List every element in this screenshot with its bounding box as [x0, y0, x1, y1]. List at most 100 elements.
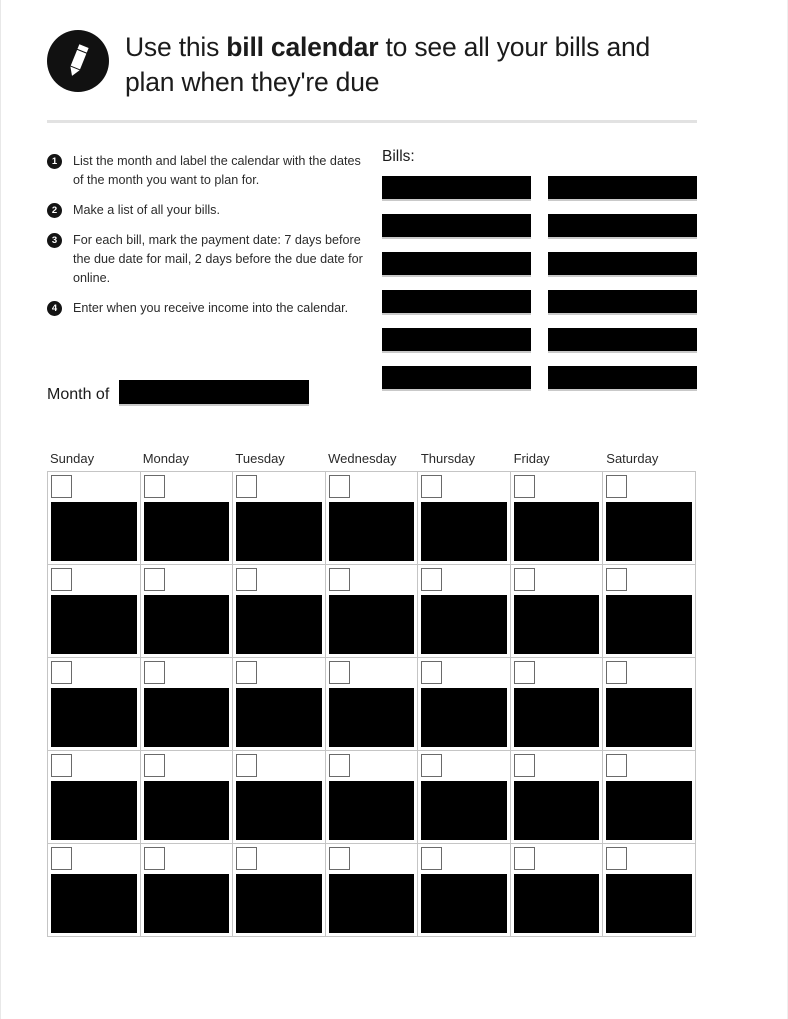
day-notes-area[interactable] — [328, 502, 415, 561]
calendar-day-cell[interactable] — [603, 565, 696, 658]
calendar-day-cell[interactable] — [418, 472, 511, 565]
day-notes-area[interactable] — [328, 595, 415, 654]
month-of-input[interactable] — [119, 380, 310, 406]
day-notes-area[interactable] — [328, 781, 415, 840]
bill-entry-input[interactable] — [382, 252, 531, 277]
calendar-day-cell[interactable] — [418, 751, 511, 844]
date-number-box[interactable] — [236, 475, 258, 498]
date-number-box[interactable] — [51, 475, 72, 498]
date-number-box[interactable] — [51, 568, 72, 591]
date-number-box[interactable] — [51, 847, 72, 870]
day-notes-area[interactable] — [236, 502, 322, 561]
day-notes-area[interactable] — [513, 595, 600, 654]
calendar-day-cell[interactable] — [603, 472, 696, 565]
day-notes-area[interactable] — [328, 874, 415, 933]
bill-entry-input[interactable] — [548, 214, 697, 239]
day-notes-area[interactable] — [606, 688, 692, 747]
calendar-day-cell[interactable] — [140, 565, 234, 658]
day-notes-area[interactable] — [606, 502, 692, 561]
day-notes-area[interactable] — [513, 781, 600, 840]
date-number-box[interactable] — [606, 661, 628, 684]
day-notes-area[interactable] — [143, 502, 230, 561]
date-number-box[interactable] — [236, 847, 258, 870]
day-notes-area[interactable] — [421, 502, 507, 561]
day-notes-area[interactable] — [421, 688, 507, 747]
date-number-box[interactable] — [421, 475, 443, 498]
date-number-box[interactable] — [606, 754, 628, 777]
calendar-day-cell[interactable] — [325, 472, 419, 565]
bill-entry-input[interactable] — [382, 176, 531, 201]
day-notes-area[interactable] — [236, 595, 322, 654]
date-number-box[interactable] — [421, 847, 443, 870]
calendar-day-cell[interactable] — [233, 658, 326, 751]
day-notes-area[interactable] — [143, 781, 230, 840]
bill-entry-input[interactable] — [382, 328, 531, 353]
calendar-day-cell[interactable] — [140, 751, 234, 844]
bill-entry-input[interactable] — [548, 290, 697, 315]
day-notes-area[interactable] — [236, 874, 322, 933]
calendar-day-cell[interactable] — [510, 565, 604, 658]
bill-entry-input[interactable] — [548, 176, 697, 201]
bill-entry-input[interactable] — [382, 290, 531, 315]
date-number-box[interactable] — [236, 754, 258, 777]
day-notes-area[interactable] — [51, 595, 137, 654]
calendar-day-cell[interactable] — [48, 751, 141, 844]
date-number-box[interactable] — [513, 568, 535, 591]
calendar-day-cell[interactable] — [418, 565, 511, 658]
day-notes-area[interactable] — [606, 874, 692, 933]
day-notes-area[interactable] — [421, 874, 507, 933]
date-number-box[interactable] — [51, 661, 72, 684]
day-notes-area[interactable] — [236, 688, 322, 747]
calendar-day-cell[interactable] — [140, 658, 234, 751]
day-notes-area[interactable] — [143, 874, 230, 933]
day-notes-area[interactable] — [513, 502, 600, 561]
date-number-box[interactable] — [328, 661, 350, 684]
calendar-day-cell[interactable] — [140, 472, 234, 565]
date-number-box[interactable] — [606, 568, 628, 591]
date-number-box[interactable] — [328, 754, 350, 777]
day-notes-area[interactable] — [606, 595, 692, 654]
calendar-day-cell[interactable] — [603, 658, 696, 751]
date-number-box[interactable] — [513, 847, 535, 870]
calendar-day-cell[interactable] — [233, 565, 326, 658]
calendar-day-cell[interactable] — [233, 844, 326, 937]
date-number-box[interactable] — [143, 661, 165, 684]
date-number-box[interactable] — [421, 661, 443, 684]
date-number-box[interactable] — [236, 661, 258, 684]
day-notes-area[interactable] — [51, 781, 137, 840]
calendar-day-cell[interactable] — [510, 658, 604, 751]
day-notes-area[interactable] — [421, 595, 507, 654]
date-number-box[interactable] — [328, 568, 350, 591]
calendar-day-cell[interactable] — [325, 565, 419, 658]
date-number-box[interactable] — [606, 475, 628, 498]
day-notes-area[interactable] — [513, 688, 600, 747]
bill-entry-input[interactable] — [548, 366, 697, 391]
day-notes-area[interactable] — [328, 688, 415, 747]
day-notes-area[interactable] — [513, 874, 600, 933]
date-number-box[interactable] — [421, 568, 443, 591]
calendar-day-cell[interactable] — [510, 844, 604, 937]
calendar-day-cell[interactable] — [325, 751, 419, 844]
calendar-day-cell[interactable] — [48, 565, 141, 658]
calendar-day-cell[interactable] — [325, 844, 419, 937]
date-number-box[interactable] — [421, 754, 443, 777]
date-number-box[interactable] — [143, 847, 165, 870]
day-notes-area[interactable] — [51, 688, 137, 747]
date-number-box[interactable] — [513, 475, 535, 498]
calendar-day-cell[interactable] — [48, 472, 141, 565]
calendar-day-cell[interactable] — [48, 844, 141, 937]
date-number-box[interactable] — [606, 847, 628, 870]
bill-entry-input[interactable] — [548, 252, 697, 277]
calendar-day-cell[interactable] — [603, 751, 696, 844]
day-notes-area[interactable] — [143, 595, 230, 654]
bill-entry-input[interactable] — [382, 214, 531, 239]
day-notes-area[interactable] — [143, 688, 230, 747]
date-number-box[interactable] — [328, 475, 350, 498]
calendar-day-cell[interactable] — [603, 844, 696, 937]
date-number-box[interactable] — [143, 754, 165, 777]
calendar-day-cell[interactable] — [233, 751, 326, 844]
date-number-box[interactable] — [51, 754, 72, 777]
calendar-day-cell[interactable] — [48, 658, 141, 751]
bill-entry-input[interactable] — [382, 366, 531, 391]
bill-entry-input[interactable] — [548, 328, 697, 353]
